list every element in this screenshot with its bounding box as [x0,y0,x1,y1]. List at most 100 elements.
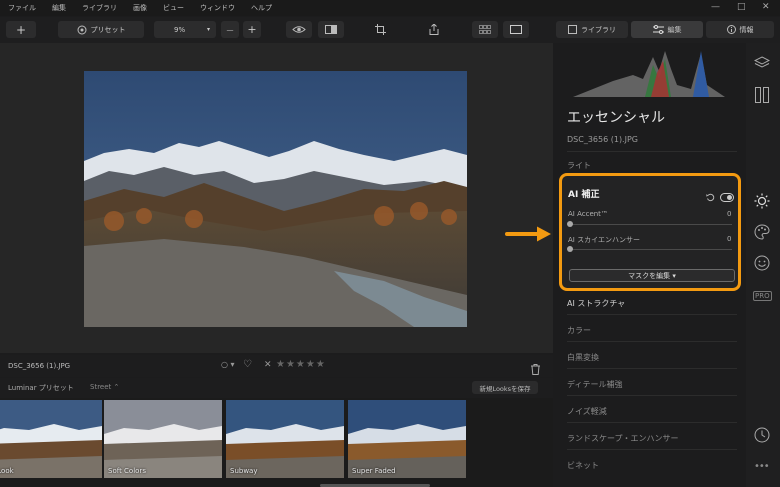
preset-thumb-label: Super Faded [352,467,396,475]
zoom-select[interactable]: 9% ▾ [154,21,216,38]
info-tab[interactable]: 情報 [706,21,774,38]
zoom-in-button[interactable]: + [243,21,261,38]
layers-icon[interactable] [753,55,771,74]
section-noise[interactable]: ノイズ軽減 [567,406,607,417]
presets-icon [77,25,87,35]
preset-thumb[interactable]: Soft Colors [104,400,222,478]
zoom-value: 9% [174,25,186,34]
image-info-bar: DSC_3656 (1).JPG ○ ▾ ♡ ✕ ★★★★★ [0,355,553,377]
star-rating[interactable]: ★★★★★ [276,359,326,370]
menu-library[interactable]: ライブラリ [82,3,117,13]
close-button[interactable]: ✕ [762,2,770,12]
face-icon[interactable] [754,255,770,275]
edit-tab-label: 編集 [667,25,682,34]
zoom-out-button[interactable]: — [221,21,239,38]
preset-thumb-label: Subway [230,467,258,475]
chevron-down-icon: ▾ [206,26,210,33]
ai-sky-label: AI スカイエンハンサー [568,236,641,244]
section-landscape[interactable]: ランドスケープ・エンハンサー [567,433,679,444]
main-photo[interactable] [84,71,467,327]
save-look-button[interactable]: 新規Looksを保存 [472,381,538,394]
library-tab[interactable]: ライブラリ [556,21,628,38]
eye-icon [292,25,306,34]
divider [567,449,737,450]
menu-edit[interactable]: 編集 [52,3,66,13]
preset-thumb[interactable]: Subway [226,400,344,478]
ai-sky-slider[interactable] [570,249,732,250]
share-button[interactable] [421,21,447,38]
edit-tab[interactable]: 編集 [631,21,703,38]
reject-button[interactable]: ✕ [264,360,272,370]
ai-enhance-card: AI 補正 AI Accent™ 0 AI スカイエンハンサー 0 マスクを編集… [559,173,741,291]
info-tab-label: 情報 [739,25,754,34]
ai-sky-slider-knob[interactable] [567,246,573,252]
menu-window[interactable]: ウィンドウ [200,3,235,13]
compare-icon [325,25,337,34]
edit-mask-button[interactable]: マスクを編集 ▾ [569,269,735,282]
panel-filename: DSC_3656 (1).JPG [567,135,638,144]
tool-sidebar: PRO ••• [746,43,780,487]
menu-image[interactable]: 画像 [133,3,147,13]
presets-button[interactable]: プリセット [58,21,144,38]
reset-icon[interactable] [706,187,715,206]
palette-icon[interactable] [754,224,770,244]
panel-title: エッセンシャル [567,110,665,126]
grid-view-button[interactable] [472,21,498,38]
minimize-button[interactable]: — [711,2,720,12]
library-tab-label: ライブラリ [581,25,616,34]
preset-collection[interactable]: Luminar プリセット [8,383,74,393]
preset-category-label: Street [90,383,112,391]
preset-bar: Luminar プリセット Street ⌃ 新規Looksを保存 [0,378,553,398]
preset-thumb[interactable]: te Look [0,400,102,478]
library-icon [568,25,577,34]
image-filename: DSC_3656 (1).JPG [8,362,71,370]
history-clock-icon[interactable] [754,427,770,447]
crop-icon [374,24,386,35]
divider [567,314,737,315]
color-label-select[interactable]: ○ ▾ [221,360,235,369]
section-vignette[interactable]: ビネット [567,460,599,471]
maximize-button[interactable]: □ [737,2,746,12]
divider [567,368,737,369]
canvas-icon[interactable] [755,87,769,107]
grid-icon [479,25,491,34]
section-color[interactable]: カラー [567,325,591,336]
ai-accent-slider-knob[interactable] [567,221,573,227]
divider [567,395,737,396]
ai-accent-slider[interactable] [570,224,732,225]
compare-button[interactable] [318,21,344,38]
divider [567,422,737,423]
preset-thumb-label: Soft Colors [108,467,146,475]
preset-thumb[interactable]: Super Faded [348,400,466,478]
visibility-toggle[interactable] [720,187,734,206]
menu-help[interactable]: ヘルプ [251,3,272,13]
crop-button[interactable] [367,21,393,38]
toolbar: + プリセット 9% ▾ — + ライブラリ 編集 情報 [0,17,780,43]
preview-button[interactable] [286,21,312,38]
section-ai-structure[interactable]: AI ストラクチャ [567,298,625,309]
arrow-pointer-icon [505,225,553,247]
image-viewer [0,43,553,353]
section-light[interactable]: ライト [567,160,591,171]
more-dots-icon[interactable]: ••• [754,461,770,472]
sun-icon[interactable] [754,193,770,213]
chevron-up-icon: ⌃ [113,383,120,391]
favorite-heart-icon[interactable]: ♡ [243,359,252,370]
section-bw[interactable]: 白黒変換 [567,352,599,363]
menu-bar: ファイル 編集 ライブラリ 画像 ビュー ウィンドウ ヘルプ — □ ✕ [0,0,780,16]
single-view-icon [510,25,522,34]
pro-badge[interactable]: PRO [753,291,772,301]
section-detail[interactable]: ディテール補強 [567,379,622,390]
single-view-button[interactable] [503,21,529,38]
divider [567,341,737,342]
menu-view[interactable]: ビュー [163,3,184,13]
histogram [573,45,725,97]
menu-file[interactable]: ファイル [8,3,36,13]
ai-card-title: AI 補正 [568,190,600,200]
preset-thumbnails: te Look Soft Colors Subway Super Faded [0,398,553,487]
trash-icon[interactable] [531,360,540,379]
add-button[interactable]: + [6,21,36,38]
ai-sky-value: 0 [727,235,732,243]
preset-category-select[interactable]: Street ⌃ [90,383,119,391]
divider [567,151,737,152]
